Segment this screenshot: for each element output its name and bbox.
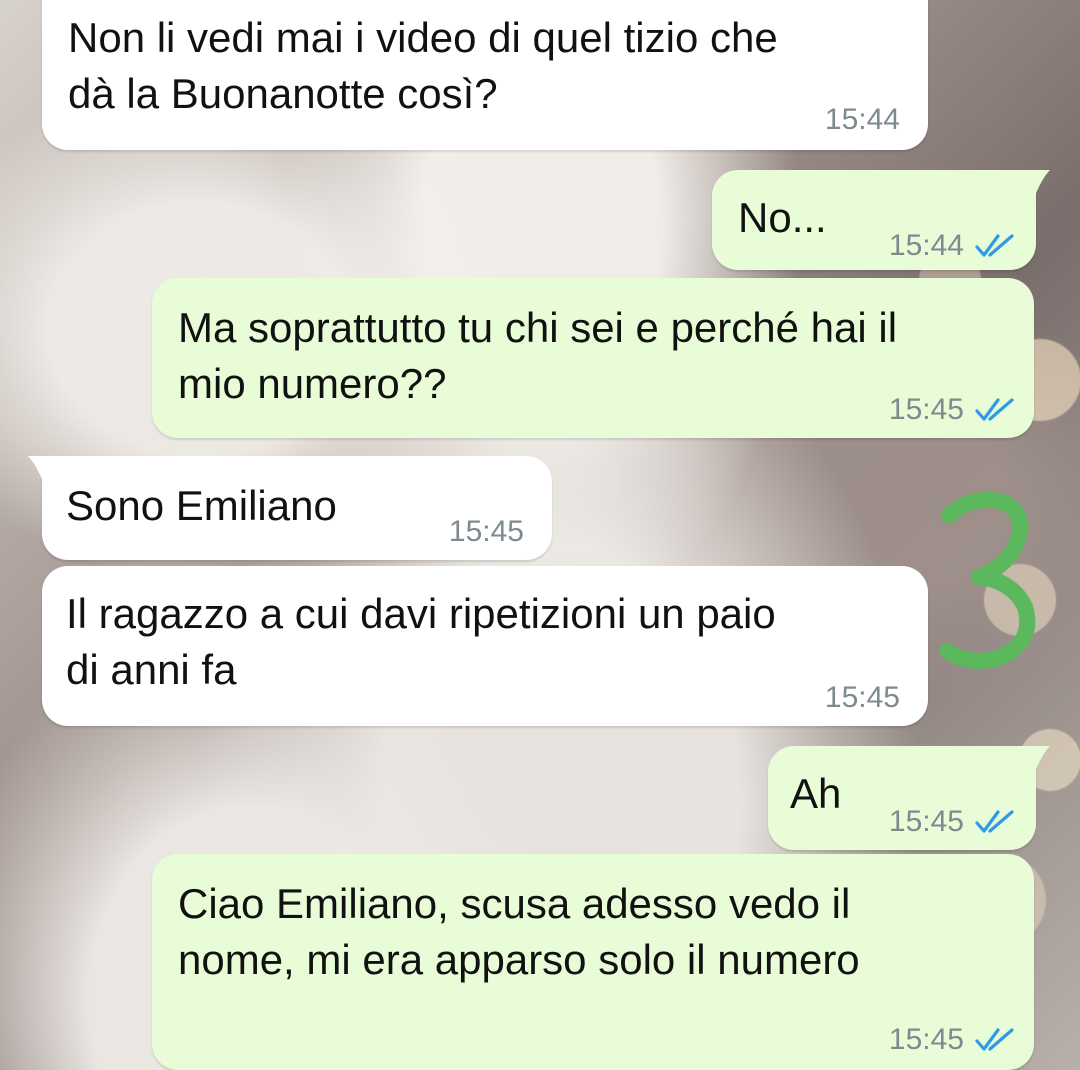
message-meta: 15:44 [889,218,1016,274]
double-check-read-icon [975,234,1014,257]
message-bubble-outgoing[interactable]: Ciao Emiliano, scusa adesso vedo il nome… [152,854,1034,1070]
handwritten-annotation: 3 [935,485,1036,669]
message-meta: 15:45 [889,794,1016,850]
message-time: 15:45 [448,515,524,548]
message-text: Il ragazzo a cui davi ripetizioni un pai… [66,590,776,693]
bubble-tail [28,456,58,484]
message-time: 15:44 [888,229,964,262]
message-bubble-outgoing[interactable]: Ah 15:45 [768,746,1050,850]
message-time: 15:44 [824,103,900,136]
message-time: 15:45 [888,393,964,426]
message-time: 15:45 [888,805,964,838]
double-check-read-icon [975,1028,1014,1051]
message-bubble-incoming[interactable]: Sono Emiliano 15:45 [28,456,552,560]
message-bubble-incoming[interactable]: Non li vedi mai i video di quel tizio ch… [42,0,928,150]
message-time: 15:45 [824,681,900,714]
annotation-text: 3 [935,485,936,486]
message-meta: 15:45 [889,1012,1016,1068]
message-text: Non li vedi mai i video di quel tizio ch… [68,14,778,117]
message-text: No... [738,194,827,241]
bubble-tail [1020,746,1050,774]
double-check-read-icon [975,810,1014,833]
message-time: 15:45 [888,1023,964,1056]
message-bubble-incoming[interactable]: Il ragazzo a cui davi ripetizioni un pai… [42,566,928,726]
message-meta: 15:45 [889,382,1016,438]
message-text: Sono Emiliano [66,482,337,529]
double-check-read-icon [975,398,1014,421]
message-text: Ciao Emiliano, scusa adesso vedo il nome… [178,880,860,983]
message-bubble-outgoing[interactable]: No... 15:44 [712,170,1050,270]
bubble-tail [1020,170,1050,198]
message-meta: 15:45 [825,670,900,726]
message-text: Ma soprattutto tu chi sei e perché hai i… [178,304,898,407]
message-meta: 15:45 [449,504,524,560]
message-text: Ah [790,770,842,817]
message-bubble-outgoing[interactable]: Ma soprattutto tu chi sei e perché hai i… [152,278,1034,438]
message-meta: 15:44 [825,92,900,148]
